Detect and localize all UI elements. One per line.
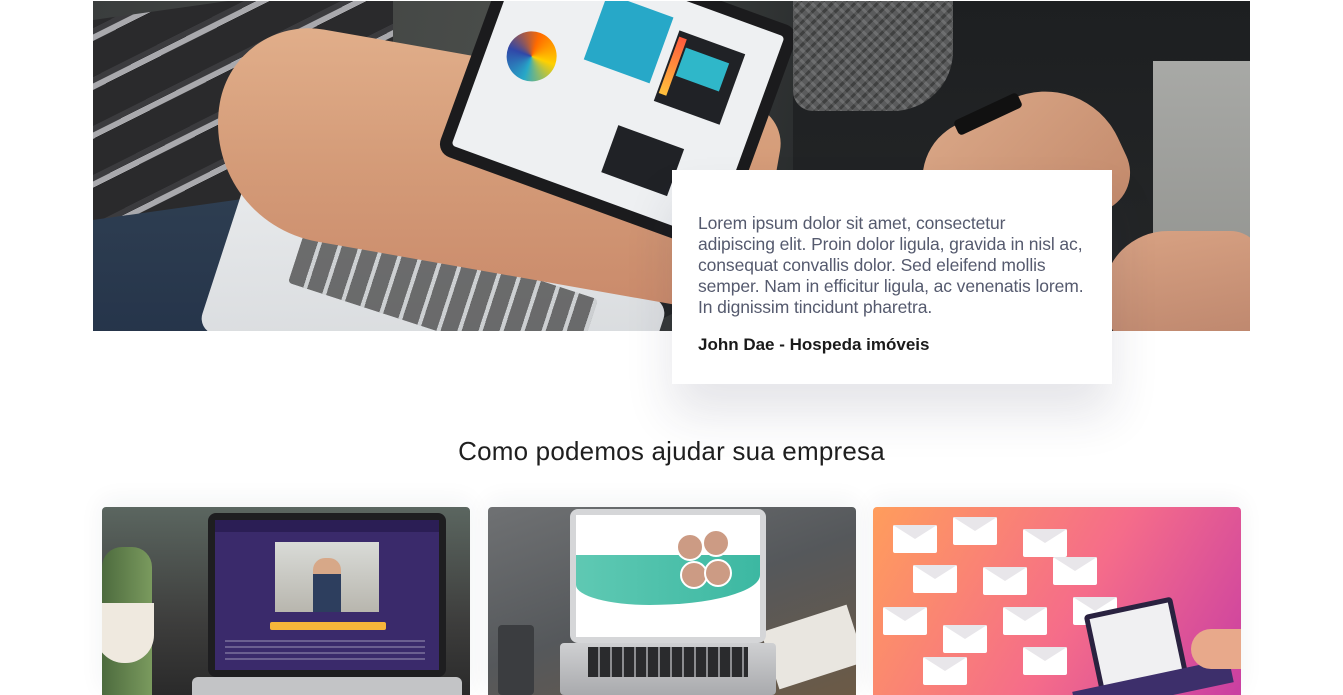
laptop-image	[570, 509, 766, 643]
envelope-icon	[1023, 647, 1067, 675]
envelope-icon	[953, 517, 997, 545]
services-section-title: Como podemos ajudar sua empresa	[458, 436, 885, 466]
envelope-icon	[1053, 557, 1097, 585]
hero-screen-tile	[499, 24, 564, 89]
envelope-icon	[1023, 529, 1067, 557]
envelope-icon	[913, 565, 957, 593]
hand-image	[1191, 629, 1241, 669]
testimonial-card: Lorem ipsum dolor sit amet, consectetur …	[672, 170, 1112, 384]
envelope-icon	[893, 525, 937, 553]
service-card-email-marketing[interactable]	[873, 507, 1241, 695]
plant-pot	[102, 603, 154, 663]
laptop-screen	[576, 515, 760, 637]
cta-bar	[270, 622, 386, 630]
coffee-cup	[498, 625, 534, 695]
envelope-icon	[983, 567, 1027, 595]
hero-screen-tile	[583, 1, 674, 84]
envelope-icon	[1003, 607, 1047, 635]
testimonial-author: John Dae - Hospeda imóveis	[698, 335, 930, 354]
page: Lorem ipsum dolor sit amet, consectetur …	[0, 0, 1343, 695]
envelope-icon	[883, 607, 927, 635]
laptop-screen	[215, 520, 439, 670]
testimonial-quote: Lorem ipsum dolor sit amet, consectetur …	[698, 213, 1084, 317]
hero-plaid-sleeve	[793, 1, 953, 111]
hero-screen-tile	[653, 30, 746, 125]
hero-hand	[1103, 231, 1250, 331]
envelope-icon	[923, 657, 967, 685]
video-thumbnail	[275, 542, 379, 612]
laptop-image	[208, 513, 446, 677]
laptop-base	[192, 677, 462, 695]
envelope-icon	[943, 625, 987, 653]
laptop-keyboard	[588, 647, 748, 677]
service-card-landing-page[interactable]	[102, 507, 470, 695]
service-card-website[interactable]	[488, 507, 856, 695]
